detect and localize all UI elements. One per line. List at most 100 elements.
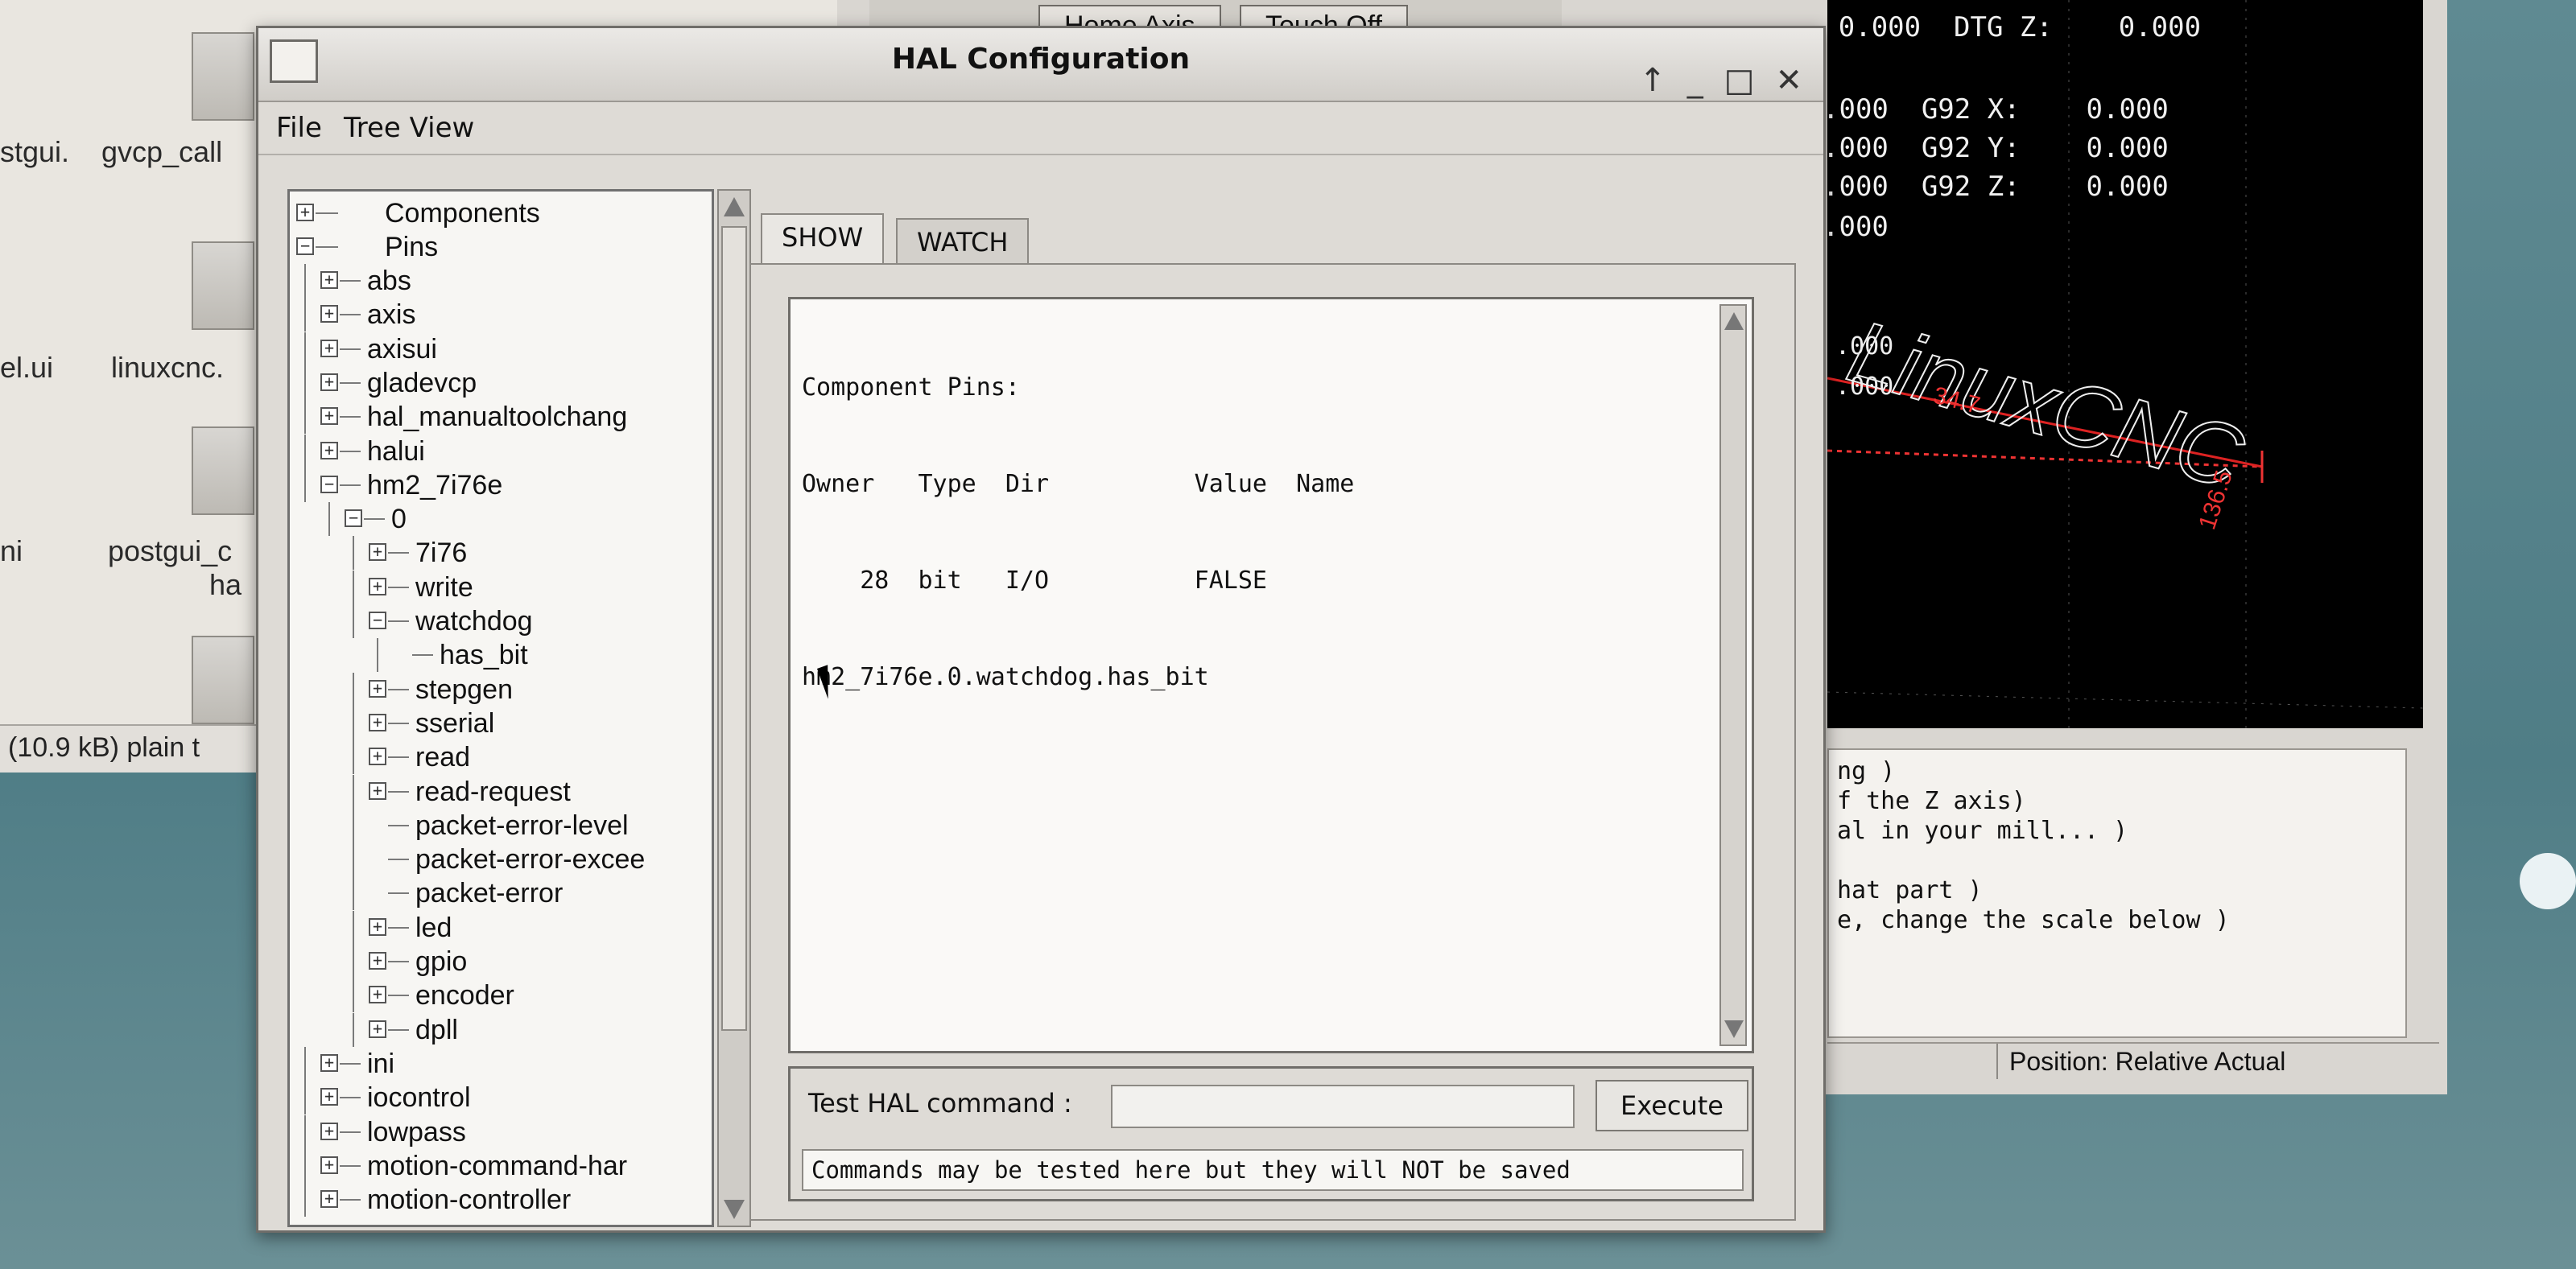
tree-item[interactable]: + iocontrol bbox=[290, 1081, 708, 1115]
tree-item[interactable]: + ini bbox=[290, 1046, 708, 1081]
maximize-icon[interactable]: □ bbox=[1724, 62, 1765, 99]
expand-icon[interactable]: + bbox=[320, 441, 338, 459]
toolpath-preview[interactable]: Z: 0.000 DTG Z: 0.000 .000 G92 X: 0.000 … bbox=[1827, 0, 2423, 728]
file-label[interactable]: stgui. bbox=[0, 135, 69, 169]
scroll-thumb[interactable] bbox=[721, 226, 747, 1031]
expand-icon[interactable]: + bbox=[369, 748, 386, 766]
expand-icon[interactable]: + bbox=[320, 373, 338, 391]
file-manager-status: (10.9 kB) plain t bbox=[0, 724, 274, 773]
minimize-icon[interactable]: _ bbox=[1687, 62, 1713, 99]
menu-file[interactable]: File bbox=[276, 112, 322, 144]
file-label[interactable]: linuxcnc. bbox=[111, 351, 224, 385]
tree-item[interactable]: + motion-controller bbox=[290, 1183, 708, 1217]
tree-item[interactable]: − watchdog bbox=[290, 604, 708, 638]
pins-text-view[interactable]: Component Pins: Owner Type Dir Value Nam… bbox=[788, 297, 1754, 1053]
expand-icon[interactable]: + bbox=[369, 952, 386, 970]
tree-item-pins[interactable]: − Pins bbox=[290, 230, 708, 264]
expand-icon[interactable]: + bbox=[320, 1122, 338, 1140]
tree-item[interactable]: + stepgen bbox=[290, 672, 708, 707]
tree-item[interactable]: + read bbox=[290, 740, 708, 775]
collapse-icon[interactable]: − bbox=[320, 475, 338, 493]
collapse-icon[interactable]: − bbox=[369, 612, 386, 629]
expand-icon[interactable]: + bbox=[369, 679, 386, 698]
tree-item[interactable]: + gladevcp bbox=[290, 365, 708, 400]
tree-item[interactable]: + lowpass bbox=[290, 1114, 708, 1149]
expand-icon[interactable]: + bbox=[320, 1156, 338, 1174]
file-label[interactable]: gvcp_call bbox=[101, 135, 222, 169]
pins-scrollbar[interactable] bbox=[1719, 304, 1747, 1046]
cnc-status-bar: Position: Relative Actual bbox=[1827, 1042, 2439, 1079]
file-icon[interactable] bbox=[192, 426, 254, 515]
position-status: Position: Relative Actual bbox=[1996, 1044, 2297, 1079]
file-label[interactable]: ha bbox=[209, 568, 242, 602]
file-label[interactable]: ni bbox=[0, 534, 23, 568]
collapse-icon[interactable]: − bbox=[296, 237, 314, 255]
close-icon[interactable]: ✕ bbox=[1775, 62, 1812, 99]
tree-item[interactable]: +7i76 bbox=[290, 536, 708, 571]
tree-item[interactable]: + abs bbox=[290, 264, 708, 298]
tree-item[interactable]: + axis bbox=[290, 298, 708, 332]
scroll-up-icon[interactable] bbox=[1724, 312, 1744, 330]
file-label[interactable]: postgui_c bbox=[108, 534, 232, 568]
tree-item[interactable]: + hal_manualtoolchang bbox=[290, 400, 708, 435]
scroll-knob[interactable] bbox=[2520, 853, 2576, 909]
tree-item[interactable]: + read-request bbox=[290, 774, 708, 809]
tree-item[interactable]: + motion-command-har bbox=[290, 1148, 708, 1183]
tree-item[interactable]: packet-error-level bbox=[290, 808, 708, 843]
tree-item[interactable]: packet-error bbox=[290, 876, 708, 911]
shade-icon[interactable]: ↑ bbox=[1639, 62, 1676, 99]
expand-icon[interactable]: + bbox=[369, 1020, 386, 1038]
expand-icon[interactable]: + bbox=[369, 713, 386, 731]
tab-watch[interactable]: WATCH bbox=[896, 218, 1030, 265]
expand-icon[interactable]: + bbox=[369, 917, 386, 936]
scroll-down-icon[interactable] bbox=[1724, 1020, 1744, 1038]
tree-item[interactable]: has_bit bbox=[290, 638, 708, 673]
tree-scrollbar[interactable] bbox=[717, 189, 751, 1227]
expand-icon[interactable]: + bbox=[320, 1088, 338, 1106]
file-label[interactable]: el.ui bbox=[0, 351, 53, 385]
hal-command-input[interactable] bbox=[1111, 1085, 1575, 1128]
gcode-text-view[interactable]: ng ) f the Z axis) al in your mill... ) … bbox=[1827, 748, 2407, 1038]
file-icon[interactable] bbox=[192, 241, 254, 330]
tree-item[interactable]: + axisui bbox=[290, 332, 708, 366]
tree-item-label: packet-error bbox=[415, 878, 564, 909]
gcode-line: f the Z axis) bbox=[1837, 787, 2026, 815]
tree-item[interactable]: + write bbox=[290, 570, 708, 604]
expand-icon[interactable]: + bbox=[320, 305, 338, 323]
pin-name: hm2_7i76e.0.watchdog.has_bit bbox=[802, 663, 1209, 691]
title-bar[interactable]: HAL Configuration ↑ _ □ ✕ bbox=[258, 28, 1823, 102]
menu-tree-view[interactable]: Tree View bbox=[344, 112, 474, 144]
scroll-up-icon[interactable] bbox=[724, 197, 745, 216]
expand-icon[interactable]: + bbox=[369, 781, 386, 800]
tree-item[interactable]: − hm2_7i76e bbox=[290, 468, 708, 502]
tree-item[interactable]: + sserial bbox=[290, 706, 708, 740]
hal-tree-view[interactable]: + Components − Pins + abs + axis + axisui + gla… bbox=[287, 189, 714, 1227]
tree-item[interactable]: + dpll bbox=[290, 1012, 708, 1047]
tree-item-label: watchdog bbox=[415, 606, 533, 637]
expand-icon[interactable]: + bbox=[369, 577, 386, 595]
tree-item-label: hm2_7i76e bbox=[367, 469, 503, 501]
expand-icon[interactable]: + bbox=[320, 1190, 338, 1209]
tree-item[interactable]: + encoder bbox=[290, 979, 708, 1013]
collapse-icon[interactable]: − bbox=[345, 509, 362, 528]
execute-button[interactable]: Execute bbox=[1596, 1080, 1748, 1131]
expand-icon[interactable]: + bbox=[296, 204, 314, 221]
tree-item-label: dpll bbox=[415, 1014, 458, 1045]
tree-item-label: motion-controller bbox=[367, 1185, 572, 1216]
expand-icon[interactable]: + bbox=[320, 1053, 338, 1072]
expand-icon[interactable]: + bbox=[320, 407, 338, 426]
expand-icon[interactable]: + bbox=[320, 271, 338, 289]
expand-icon[interactable]: + bbox=[369, 543, 386, 562]
file-icon[interactable] bbox=[192, 636, 254, 724]
tree-item[interactable]: + led bbox=[290, 910, 708, 945]
expand-icon[interactable]: + bbox=[320, 339, 338, 357]
tree-item[interactable]: −0 bbox=[290, 502, 708, 537]
file-icon[interactable] bbox=[192, 32, 254, 121]
tree-item[interactable]: + gpio bbox=[290, 945, 708, 979]
tab-show[interactable]: SHOW bbox=[761, 213, 885, 265]
expand-icon[interactable]: + bbox=[369, 986, 386, 1004]
tree-item[interactable]: packet-error-excee bbox=[290, 843, 708, 877]
tree-item[interactable]: + halui bbox=[290, 434, 708, 468]
tree-item-components[interactable]: + Components bbox=[290, 196, 708, 230]
scroll-down-icon[interactable] bbox=[724, 1200, 745, 1219]
